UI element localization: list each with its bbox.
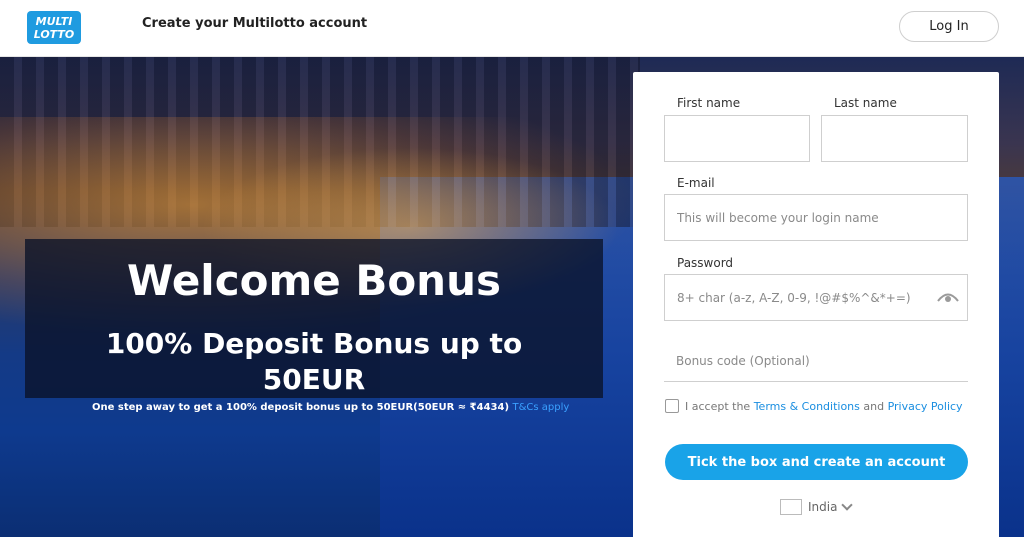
accept-terms-checkbox[interactable] xyxy=(665,399,679,413)
bonus-code-input[interactable] xyxy=(664,340,968,382)
password-input[interactable] xyxy=(664,274,968,321)
multilotto-logo[interactable]: MULTI LOTTO xyxy=(27,11,81,44)
promo-title: Welcome Bonus xyxy=(126,256,501,305)
last-name-input[interactable] xyxy=(821,115,968,162)
last-name-label: Last name xyxy=(834,96,897,110)
country-label: India xyxy=(808,500,838,514)
flag-icon xyxy=(780,499,802,515)
promo-subtitle: 100% Deposit Bonus up to 50EUR xyxy=(105,327,523,396)
chevron-down-icon xyxy=(841,499,854,511)
promo-note-text: One step away to get a 100% deposit bonu… xyxy=(92,402,510,413)
create-account-button[interactable]: Tick the box and create an account xyxy=(665,444,968,480)
svg-text:LOTTO: LOTTO xyxy=(34,28,75,41)
promo-note: One step away to get a 100% deposit bonu… xyxy=(92,402,569,413)
terms-text: I accept the Terms & Conditions and Priv… xyxy=(685,400,963,413)
tc-link[interactable]: T&Cs apply xyxy=(513,402,570,413)
email-input[interactable] xyxy=(664,194,968,241)
first-name-input[interactable] xyxy=(664,115,810,162)
privacy-link[interactable]: Privacy Policy xyxy=(888,400,963,413)
first-name-label: First name xyxy=(677,96,741,110)
terms-and: and xyxy=(863,400,885,413)
email-label: E-mail xyxy=(677,176,715,190)
page-title: Create your Multilotto account xyxy=(142,16,368,31)
terms-link[interactable]: Terms & Conditions xyxy=(754,400,860,413)
country-selector[interactable]: India xyxy=(780,497,854,517)
login-button[interactable]: Log In xyxy=(899,11,999,42)
svg-text:MULTI: MULTI xyxy=(36,15,73,28)
show-password-icon[interactable] xyxy=(937,290,959,302)
terms-prefix: I accept the xyxy=(685,400,751,413)
password-label: Password xyxy=(677,256,734,270)
top-header: MULTI LOTTO Create your Multilotto accou… xyxy=(0,0,1024,57)
